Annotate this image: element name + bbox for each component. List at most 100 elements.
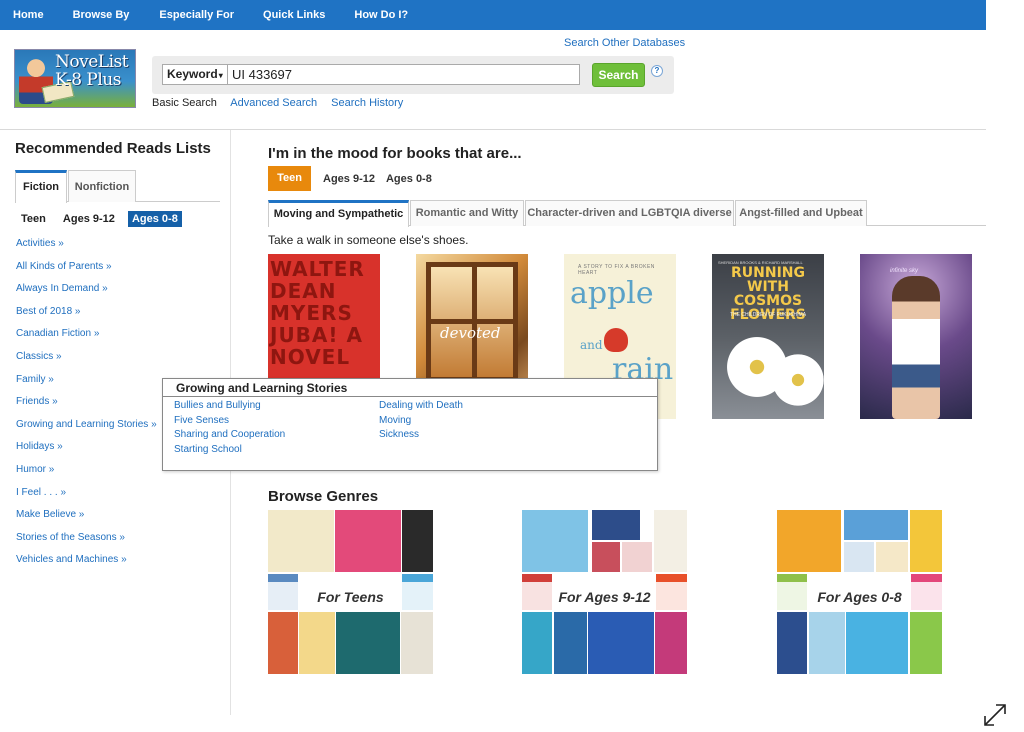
logo-text-k8plus: K-8 Plus [55, 70, 121, 90]
collage-cover [622, 542, 652, 572]
cover-subtitle: THE CHILDREN OF FUKUSHIMA [729, 312, 807, 318]
search-other-databases-link[interactable]: Search Other Databases [564, 37, 685, 49]
tab-nonfiction[interactable]: Nonfiction [68, 170, 136, 202]
collage-cover [844, 542, 874, 572]
sidebar-item-stories-of-the-seasons[interactable]: Stories of the Seasons » [16, 532, 157, 555]
sidebar-item-growing-and-learning[interactable]: Growing and Learning Stories » [16, 419, 157, 442]
popup-item-starting-school[interactable]: Starting School [174, 444, 285, 459]
mood-age-filter: Teen Ages 9-12 Ages 0-8 [268, 166, 443, 191]
popup-item-bullies[interactable]: Bullies and Bullying [174, 400, 285, 415]
sidebar-item-classics[interactable]: Classics » [16, 351, 157, 374]
collage-cover [522, 510, 588, 572]
nav-quick-links[interactable]: Quick Links [263, 9, 325, 21]
top-nav: Home Browse By Especially For Quick Link… [0, 0, 986, 30]
popup-column-2: Dealing with Death Moving Sickness [379, 400, 463, 444]
tab-angst-filled[interactable]: Angst-filled and Upbeat [735, 200, 867, 226]
mood-age-teen[interactable]: Teen [268, 166, 311, 191]
sidebar-item-best-of-2018[interactable]: Best of 2018 » [16, 306, 157, 329]
search-field-select[interactable]: Keyword▾ [162, 64, 228, 85]
nav-how-do-i[interactable]: How Do I? [354, 9, 408, 21]
mood-age-9-12[interactable]: Ages 9-12 [323, 173, 375, 185]
genre-label-ages-9-12: For Ages 9-12 [522, 582, 687, 612]
popup-item-moving[interactable]: Moving [379, 415, 463, 430]
collage-cover [588, 612, 654, 674]
sidebar-age-filter: Teen Ages 9-12 Ages 0-8 [17, 211, 188, 227]
nav-home[interactable]: Home [13, 9, 44, 21]
sidebar-item-family[interactable]: Family » [16, 374, 157, 397]
cover-title-text: infinite sky [890, 268, 919, 274]
tab-fiction[interactable]: Fiction [15, 170, 67, 203]
novelist-logo[interactable]: NoveList K-8 Plus [14, 49, 136, 108]
collage-cover [777, 510, 841, 572]
sidebar-item-always-in-demand[interactable]: Always In Demand » [16, 283, 157, 306]
genre-label-teens: For Teens [268, 582, 433, 612]
search-button[interactable]: Search [592, 63, 645, 87]
genre-collage-ages-9-12[interactable]: For Ages 9-12 [522, 510, 687, 674]
collage-cover [335, 510, 401, 572]
header-divider [0, 129, 986, 130]
search-links: Basic Search Advanced Search Search Hist… [152, 97, 414, 109]
search-panel: Keyword▾ UI 433697 Search ? [152, 56, 674, 94]
popup-item-five-senses[interactable]: Five Senses [174, 415, 285, 430]
search-field-select-label: Keyword [167, 67, 218, 81]
mood-title: I'm in the mood for books that are... [268, 145, 522, 162]
collage-cover [522, 612, 552, 674]
genre-label-ages-0-8: For Ages 0-8 [777, 582, 942, 612]
collage-cover [844, 510, 908, 540]
logo-text-novelist: NoveList [55, 52, 129, 72]
sidebar-item-activities[interactable]: Activities » [16, 238, 157, 261]
collage-cover [592, 510, 640, 540]
sidebar-item-holidays[interactable]: Holidays » [16, 441, 157, 464]
tab-romantic-and-witty[interactable]: Romantic and Witty [410, 200, 524, 226]
cover-tagline: A STORY TO FIX A BROKEN HEART [578, 264, 655, 276]
popup-item-sharing[interactable]: Sharing and Cooperation [174, 429, 285, 444]
sidebar-item-all-kinds-of-parents[interactable]: All Kinds of Parents » [16, 261, 157, 284]
tab-character-driven[interactable]: Character-driven and LGBTQIA diverse [525, 200, 734, 226]
popup-item-sickness[interactable]: Sickness [379, 429, 463, 444]
book-cover-running-with-cosmos-flowers[interactable]: SHERIDAN BROOKS & RICHARD MARSHALL RUNNI… [712, 254, 824, 419]
genre-collage-ages-0-8[interactable]: For Ages 0-8 [777, 510, 942, 674]
nav-especially-for[interactable]: Especially For [159, 9, 234, 21]
recommended-reads-list: Activities » All Kinds of Parents » Alwa… [16, 238, 157, 577]
mood-age-0-8[interactable]: Ages 0-8 [386, 173, 432, 185]
book-cover-infinite-sky[interactable]: infinite sky [860, 254, 972, 419]
sidebar-age-teen[interactable]: Teen [17, 211, 50, 227]
collage-cover [876, 542, 908, 572]
nav-browse-by[interactable]: Browse By [73, 9, 130, 21]
cover-apple-heart-art [604, 328, 628, 352]
collage-cover [777, 612, 807, 674]
cover-title-text: devoted [440, 324, 501, 342]
sidebar-item-i-feel[interactable]: I Feel . . . » [16, 487, 157, 510]
cover-girl-art [892, 276, 940, 419]
cover-title-text: WALTER DEAN MYERS JUBA! A NOVEL [270, 257, 365, 369]
collage-cover [910, 510, 942, 572]
collage-cover [268, 510, 334, 572]
popup-item-dealing-with-death[interactable]: Dealing with Death [379, 400, 463, 415]
sidebar-age-0-8[interactable]: Ages 0-8 [127, 211, 182, 227]
genre-collage-teens[interactable]: For Teens [268, 510, 433, 674]
tab-moving-and-sympathetic[interactable]: Moving and Sympathetic [268, 200, 409, 227]
sidebar-item-humor[interactable]: Humor » [16, 464, 157, 487]
search-history-link[interactable]: Search History [331, 97, 403, 109]
sidebar-item-canadian-fiction[interactable]: Canadian Fiction » [16, 328, 157, 351]
cover-flower-art [768, 350, 824, 410]
search-input[interactable]: UI 433697 [227, 64, 580, 85]
advanced-search-link[interactable]: Advanced Search [230, 97, 317, 109]
sidebar-item-friends[interactable]: Friends » [16, 396, 157, 419]
sidebar-age-9-12[interactable]: Ages 9-12 [59, 211, 119, 227]
expand-icon[interactable] [982, 702, 1008, 728]
question-icon[interactable]: ? [651, 65, 663, 77]
browse-genres-title: Browse Genres [268, 488, 379, 505]
recommended-reads-title: Recommended Reads Lists [15, 140, 211, 157]
basic-search-link[interactable]: Basic Search [152, 97, 217, 109]
popup-title: Growing and Learning Stories [176, 381, 348, 395]
collage-cover [401, 612, 433, 674]
sidebar-item-vehicles-and-machines[interactable]: Vehicles and Machines » [16, 554, 157, 577]
collage-cover [910, 612, 942, 674]
popup-divider [163, 396, 657, 397]
collage-cover [809, 612, 845, 674]
collage-cover [655, 612, 687, 674]
collage-cover [402, 510, 433, 572]
sidebar-item-make-believe[interactable]: Make Believe » [16, 509, 157, 532]
collage-cover [336, 612, 400, 674]
